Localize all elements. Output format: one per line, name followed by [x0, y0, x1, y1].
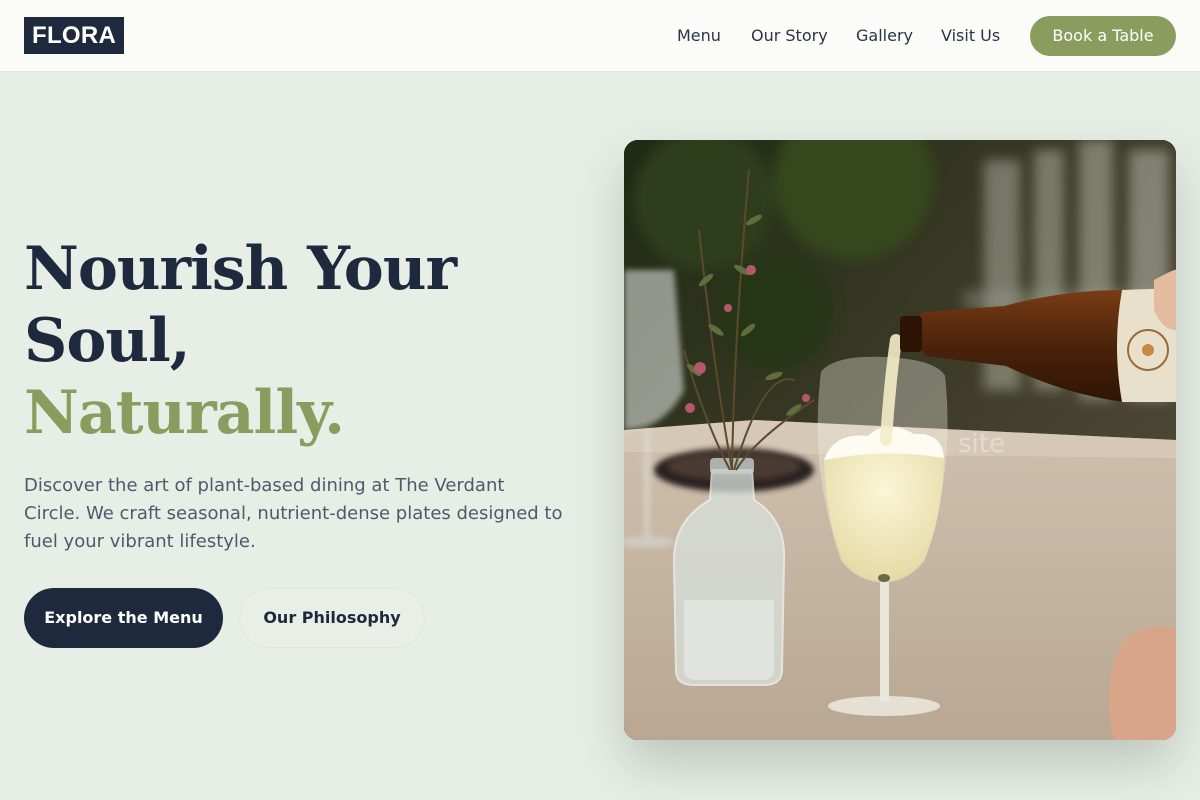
- hero-title-line-1: Nourish Your: [24, 234, 457, 304]
- nav-link-menu[interactable]: Menu: [677, 25, 721, 47]
- nav-link-gallery[interactable]: Gallery: [856, 25, 913, 47]
- hero-title: Nourish Your Soul, Naturally.: [24, 233, 584, 449]
- logo[interactable]: FLORA: [24, 17, 125, 54]
- hero-title-line-2: Soul,: [24, 306, 191, 376]
- hero-title-accent: Naturally.: [24, 378, 345, 448]
- hero-photo: site: [624, 140, 1176, 740]
- nav-link-visit-us[interactable]: Visit Us: [941, 25, 1000, 47]
- nav-link-our-story[interactable]: Our Story: [751, 25, 828, 47]
- explore-menu-button[interactable]: Explore the Menu: [24, 588, 223, 648]
- hero-photo-illustration: site: [624, 140, 1176, 740]
- hero-description: Discover the art of plant-based dining a…: [24, 475, 563, 552]
- image-watermark: site: [958, 429, 1005, 459]
- site-header: FLORA Menu Our Story Gallery Visit Us Bo…: [0, 0, 1200, 72]
- book-table-button[interactable]: Book a Table: [1030, 16, 1176, 56]
- our-philosophy-button[interactable]: Our Philosophy: [239, 588, 425, 648]
